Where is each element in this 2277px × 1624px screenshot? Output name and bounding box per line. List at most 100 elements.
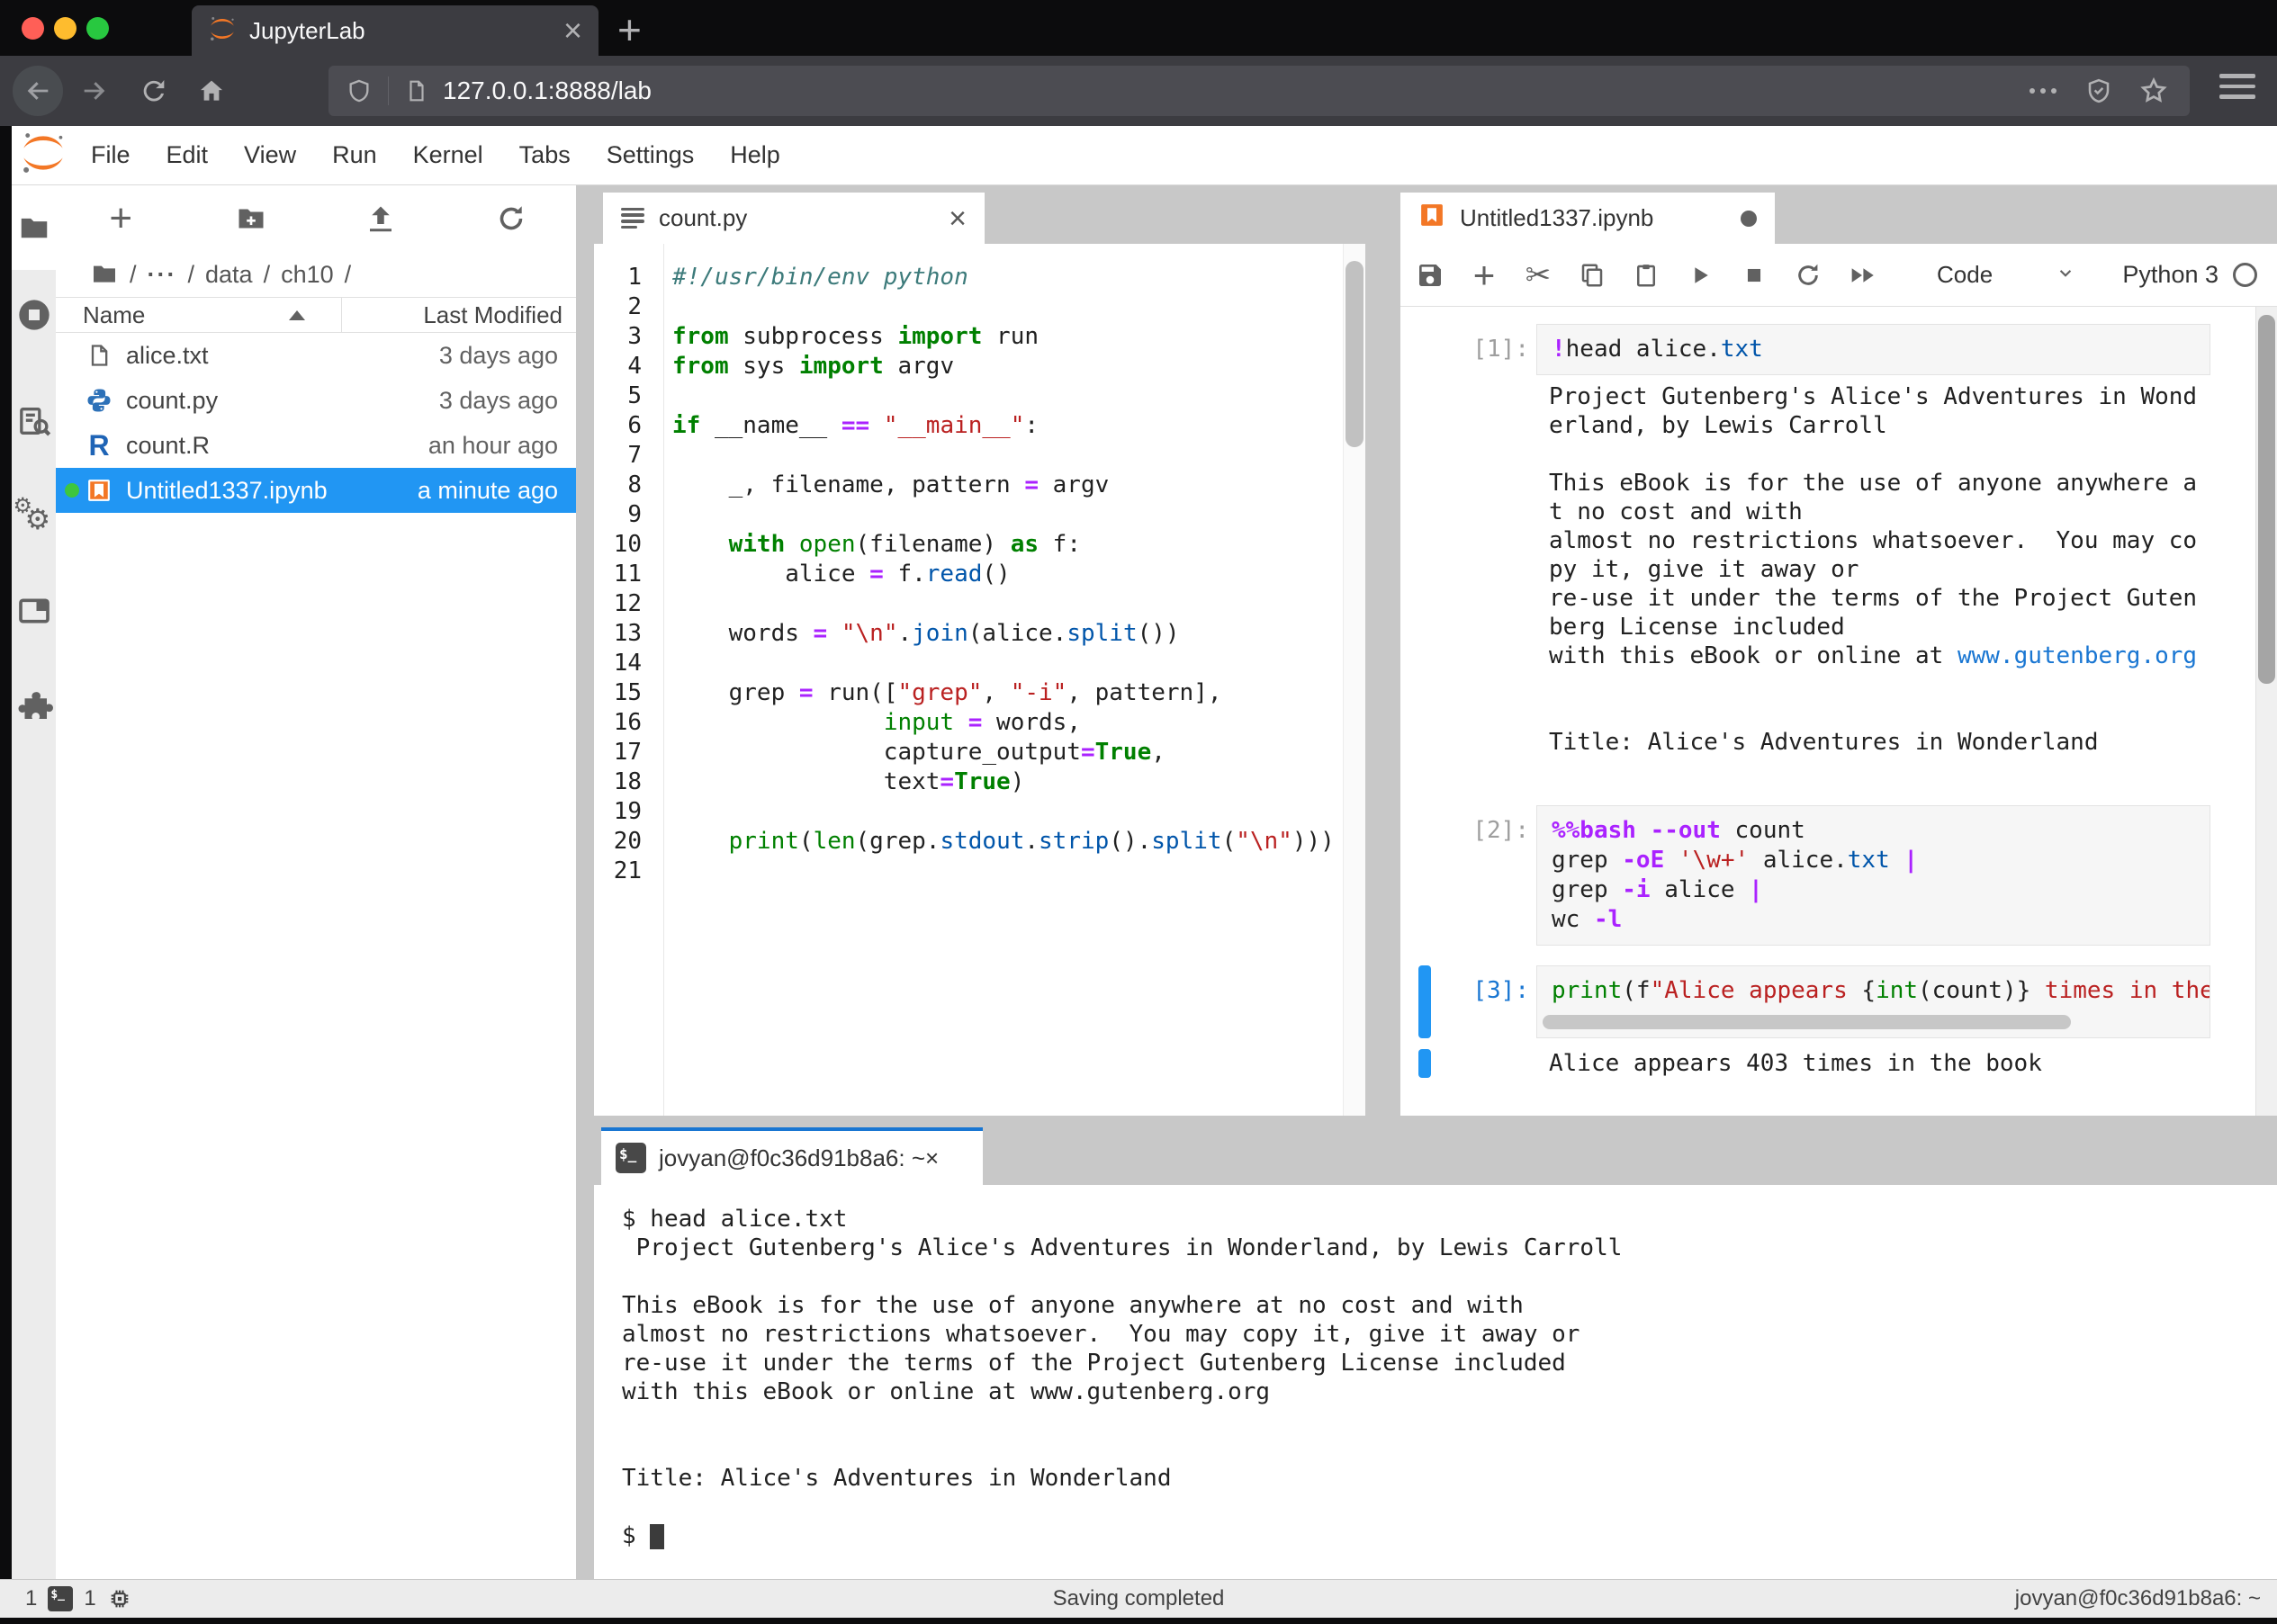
protections-shield-icon[interactable] [2085,76,2112,105]
kernel-status-icon[interactable] [2233,263,2257,287]
browser-tab-close-icon[interactable]: × [563,14,582,47]
menu-view[interactable]: View [242,138,298,173]
refresh-button[interactable] [446,202,577,235]
cell-type-dropdown[interactable]: Code [1937,261,1993,289]
reload-icon [143,79,165,102]
cell-3-hscrollbar-thumb[interactable] [1543,1015,2072,1029]
tracking-shield-icon[interactable] [346,77,372,104]
menu-settings[interactable]: Settings [605,138,697,173]
editor-code[interactable]: #!/usr/bin/env python from subprocess im… [664,244,1365,1116]
run-cell-button[interactable] [1683,256,1717,295]
editor-scrollbar[interactable] [1343,244,1365,1116]
cell-collapser[interactable] [1418,805,1431,946]
file-row-untitled1337-ipynb[interactable]: Untitled1337.ipynb a minute ago [56,468,576,513]
upload-button[interactable] [316,202,446,235]
menu-file[interactable]: File [89,138,132,173]
cut-cells-button[interactable]: ✂ [1521,256,1555,295]
running-sessions-tab[interactable] [16,297,52,337]
jupyter-logo [19,129,68,182]
browser-titlebar: JupyterLab × + [0,0,2277,56]
insert-cell-button[interactable]: + [1467,254,1501,296]
cell-1-prompt: [1]: [1472,336,1529,363]
cell-3-input[interactable]: print(f"Alice appears {int(count)} times… [1536,965,2210,1038]
text-file-icon [86,342,112,369]
browser-tab[interactable]: JupyterLab × [192,5,598,56]
cell-3-hscrollbar[interactable] [1543,1015,2195,1029]
active-output-collapser[interactable] [1418,1049,1431,1078]
modified-column-header[interactable]: Last Modified [342,301,576,329]
terminal-content[interactable]: $ head alice.txt Project Gutenberg's Ali… [594,1185,2277,1579]
file-row-count-r[interactable]: R count.R an hour ago [56,423,576,468]
new-folder-button[interactable] [186,202,317,235]
notebook-scrollbar-thumb[interactable] [2258,315,2275,684]
file-browser-tab[interactable] [17,211,51,250]
copy-cells-button[interactable] [1575,256,1609,295]
url-bar[interactable]: 127.0.0.1:8888/lab [328,66,2190,116]
terminal-tab-close-icon[interactable]: × [925,1144,939,1172]
name-column-header[interactable]: Name [56,298,342,332]
url-divider [388,76,389,105]
notebook-dirty-indicator[interactable] [1741,210,1757,227]
extension-manager-tab[interactable] [15,687,53,730]
notebook-cell-3[interactable]: [3]: print(f"Alice appears {int(count)} … [1400,965,2277,1038]
command-palette-tab[interactable] [16,403,52,444]
browser-toolbar: 127.0.0.1:8888/lab [0,56,2277,126]
fast-forward-icon [1851,267,1874,283]
file-row-alice-txt[interactable]: alice.txt 3 days ago [56,333,576,378]
active-cell-collapser[interactable] [1418,965,1431,1038]
restart-kernel-button[interactable] [1791,256,1825,295]
notebook-file-icon [86,477,112,504]
window-minimize-button[interactable] [54,17,76,40]
notebook-scrollbar[interactable] [2255,307,2277,1116]
property-inspector-tab[interactable]: ⚙ ⚙ [14,493,55,540]
page-actions-icon[interactable] [2028,85,2058,97]
upload-icon [370,206,392,232]
jupyterlab-menubar: File Edit View Run Kernel Tabs Settings … [12,126,2277,185]
home-button[interactable] [193,72,230,110]
breadcrumb-ellipsis[interactable]: ··· [148,261,177,289]
interrupt-kernel-button[interactable] [1737,256,1771,295]
window-close-button[interactable] [22,17,44,40]
menu-help[interactable]: Help [728,138,782,173]
open-tabs-tab[interactable] [16,593,52,633]
editor-tab-count-py[interactable]: count.py × [603,193,985,244]
home-folder-icon[interactable] [90,260,119,289]
file-browser-toolbar: + [56,185,576,252]
chevron-down-icon[interactable] [2054,261,2077,289]
screen: JupyterLab × + 127.0.0.1:8888/lab File E… [0,0,2277,1624]
url-text[interactable]: 127.0.0.1:8888/lab [443,76,652,105]
new-tab-button[interactable]: + [617,7,642,52]
menu-button[interactable] [2219,74,2255,99]
status-bar: 1 $_ 1 Saving completed jovyan@f0c36d91b… [0,1579,2277,1618]
window-zoom-button[interactable] [86,17,109,40]
output-collapser[interactable] [1418,382,1431,757]
reload-button[interactable] [135,72,173,110]
file-row-count-py[interactable]: count.py 3 days ago [56,378,576,423]
bookmark-star-icon[interactable] [2139,76,2168,105]
breadcrumb-segment-data[interactable]: data [205,261,253,289]
restart-run-all-button[interactable] [1845,256,1879,295]
terminal-tab[interactable]: $_ jovyan@f0c36d91b8a6: ~ × [601,1127,983,1185]
page-icon [410,80,424,102]
cell-2-input[interactable]: %%bash --out count grep -oE '\w+' alice.t… [1536,805,2210,946]
new-launcher-button[interactable]: + [56,199,186,238]
menu-tabs[interactable]: Tabs [518,138,572,173]
notebook-content[interactable]: [1]: !head alice.txt Project Gutenberg's… [1400,307,2277,1116]
editor-tab-close-icon[interactable]: × [949,203,967,234]
notebook-tab-untitled1337[interactable]: Untitled1337.ipynb [1400,193,1775,244]
save-button[interactable] [1413,256,1447,295]
back-button[interactable] [13,66,63,116]
menu-kernel[interactable]: Kernel [411,138,485,173]
breadc rumb-segment-ch10[interactable]: ch10 [281,261,334,289]
paste-cells-button[interactable] [1629,256,1663,295]
kernel-name[interactable]: Python 3 [2122,261,2218,289]
notebook-cell-2[interactable]: [2]: %%bash --out count grep -oE '\w+' al… [1400,805,2277,946]
forward-button[interactable] [76,72,113,110]
notebook-cell-1[interactable]: [1]: !head alice.txt [1400,324,2277,375]
menu-edit[interactable]: Edit [165,138,211,173]
cell-1-input[interactable]: !head alice.txt [1536,324,2210,375]
editor-scrollbar-thumb[interactable] [1346,261,1364,447]
cell-collapser[interactable] [1418,324,1431,375]
menu-run[interactable]: Run [330,138,379,173]
session-label[interactable]: jovyan@f0c36d91b8a6: ~ [2015,1586,2261,1611]
